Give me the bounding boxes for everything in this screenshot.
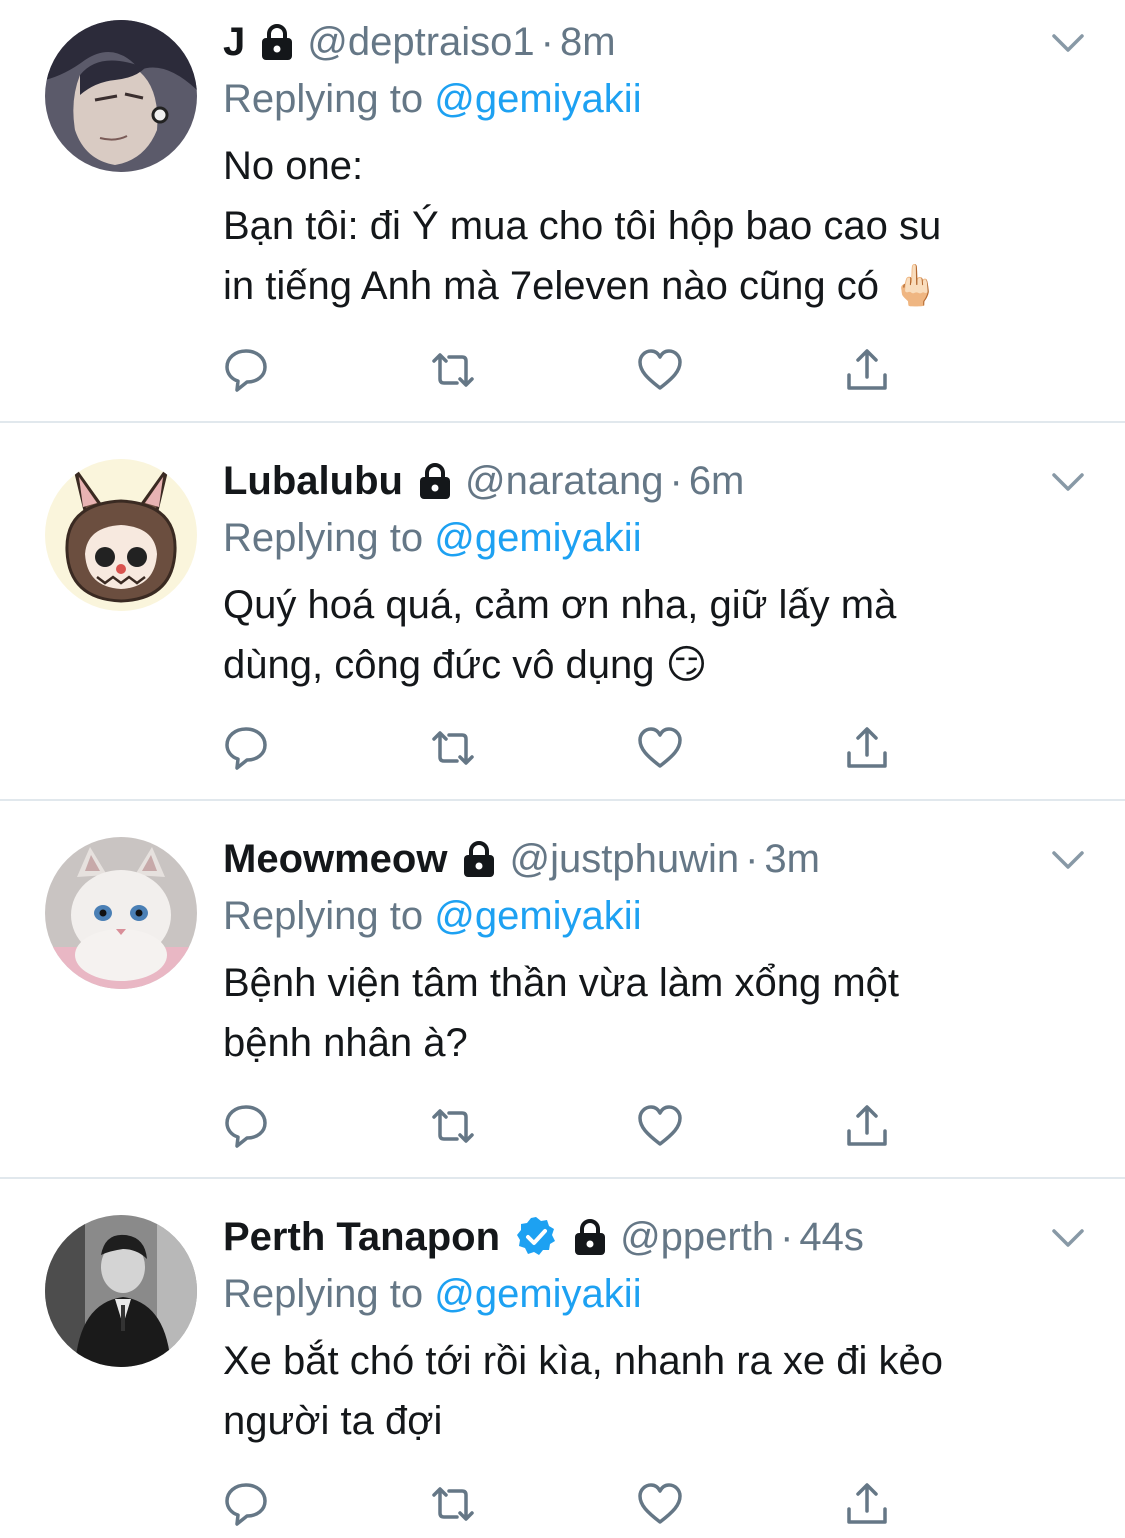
display-name[interactable]: J [223, 14, 245, 70]
user-handle[interactable]: @naratang [465, 453, 664, 509]
user-handle[interactable]: @pperth [620, 1209, 774, 1265]
reply-icon[interactable] [223, 725, 269, 771]
lock-icon [417, 461, 453, 501]
tweet-header: Meowmeow @justphuwin · 3m [223, 831, 1085, 887]
tweet-text: Xe bắt chó tới rồi kìa, nhanh ra xe đi k… [223, 1339, 943, 1443]
tweet-actions [223, 1481, 890, 1527]
replying-to-label: Replying to [223, 77, 424, 121]
retweet-icon[interactable] [430, 1103, 476, 1149]
heart-icon[interactable] [637, 347, 683, 393]
share-icon[interactable] [844, 1103, 890, 1149]
mention-link[interactable]: @gemiyakii [434, 1272, 641, 1316]
timestamp[interactable]: 8m [560, 14, 616, 70]
reply-icon[interactable] [223, 1103, 269, 1149]
tweet-header: Lubalubu @naratang · 6m [223, 453, 1085, 509]
chevron-down-icon[interactable] [1051, 849, 1085, 871]
avatar[interactable] [45, 1215, 197, 1367]
share-icon[interactable] [844, 347, 890, 393]
avatar[interactable] [45, 459, 197, 611]
avatar[interactable] [45, 837, 197, 989]
tweet-item[interactable]: Perth Tanapon @pperth · 44s Replying to … [0, 1179, 1125, 1538]
replying-to: Replying to @gemiyakii [223, 70, 1085, 128]
heart-icon[interactable] [637, 1103, 683, 1149]
tweet-item[interactable]: Lubalubu @naratang · 6m Replying to @gem… [0, 423, 1125, 801]
chevron-down-icon[interactable] [1051, 471, 1085, 493]
lock-icon [259, 22, 295, 62]
user-handle[interactable]: @deptraiso1 [307, 14, 534, 70]
reply-icon[interactable] [223, 347, 269, 393]
mention-link[interactable]: @gemiyakii [434, 516, 641, 560]
share-icon[interactable] [844, 1481, 890, 1527]
tweet-text: No one: Bạn tôi: đi Ý mua cho tôi hộp ba… [223, 144, 942, 308]
separator: · [669, 459, 683, 503]
replying-to: Replying to @gemiyakii [223, 887, 1085, 945]
replying-to: Replying to @gemiyakii [223, 1265, 1085, 1323]
replying-to-label: Replying to [223, 516, 424, 560]
timestamp[interactable]: 3m [764, 831, 820, 887]
tweet-header: J @deptraiso1 · 8m [223, 14, 1085, 70]
display-name[interactable]: Lubalubu [223, 453, 403, 509]
reply-icon[interactable] [223, 1481, 269, 1527]
heart-icon[interactable] [637, 725, 683, 771]
replying-to: Replying to @gemiyakii [223, 509, 1085, 567]
avatar[interactable] [45, 20, 197, 172]
tweet-actions [223, 1103, 890, 1149]
heart-icon[interactable] [637, 1481, 683, 1527]
lock-icon [572, 1217, 608, 1257]
timestamp[interactable]: 6m [689, 453, 745, 509]
retweet-icon[interactable] [430, 347, 476, 393]
chevron-down-icon[interactable] [1051, 1227, 1085, 1249]
separator: · [745, 837, 759, 881]
mention-link[interactable]: @gemiyakii [434, 894, 641, 938]
tweet-text: Quý hoá quá, cảm ơn nha, giữ lấy mà dùng… [223, 583, 897, 687]
verified-badge-icon [514, 1215, 558, 1259]
chevron-down-icon[interactable] [1051, 32, 1085, 54]
display-name[interactable]: Perth Tanapon [223, 1209, 500, 1265]
retweet-icon[interactable] [430, 1481, 476, 1527]
tweet-item[interactable]: J @deptraiso1 · 8m Replying to @gemiyaki… [0, 0, 1125, 423]
tweet-actions [223, 725, 890, 771]
user-handle[interactable]: @justphuwin [509, 831, 739, 887]
tweet-text: Bệnh viện tâm thần vừa làm xổng một bệnh… [223, 961, 900, 1065]
separator: · [780, 1215, 794, 1259]
mention-link[interactable]: @gemiyakii [434, 77, 641, 121]
tweet-header: Perth Tanapon @pperth · 44s [223, 1209, 1085, 1265]
lock-icon [461, 839, 497, 879]
display-name[interactable]: Meowmeow [223, 831, 447, 887]
retweet-icon[interactable] [430, 725, 476, 771]
timestamp[interactable]: 44s [799, 1209, 864, 1265]
tweet-item[interactable]: Meowmeow @justphuwin · 3m Replying to @g… [0, 801, 1125, 1179]
replying-to-label: Replying to [223, 894, 424, 938]
separator: · [540, 20, 554, 64]
tweet-actions [223, 347, 890, 393]
replying-to-label: Replying to [223, 1272, 424, 1316]
share-icon[interactable] [844, 725, 890, 771]
